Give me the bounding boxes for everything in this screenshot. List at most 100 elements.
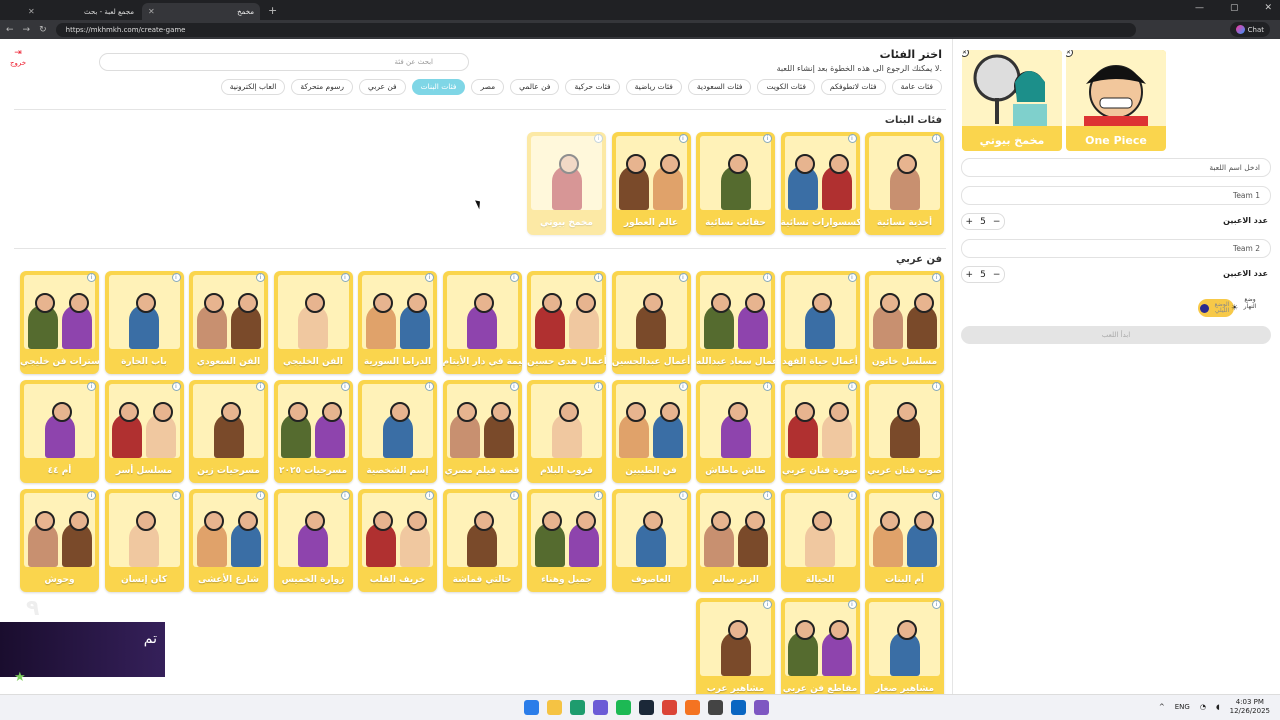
info-icon[interactable]: i — [171, 491, 181, 500]
info-icon[interactable]: i — [509, 491, 519, 500]
info-icon[interactable]: i — [509, 382, 519, 391]
category-card[interactable]: صوت فنان عربي i — [865, 380, 944, 483]
info-icon[interactable]: i — [847, 491, 857, 500]
plus-icon[interactable]: + — [966, 270, 974, 280]
category-card[interactable]: أعمال هدى حسين i — [527, 271, 606, 374]
category-card[interactable]: جميل وهناء i — [527, 489, 606, 592]
category-chip[interactable]: فئات حركية — [565, 79, 620, 95]
category-card[interactable]: فن الطيبين i — [611, 380, 691, 483]
category-card[interactable]: أم البنات i — [865, 489, 944, 592]
category-card[interactable]: أعمال سعاد عبدالله i — [696, 271, 775, 374]
category-card[interactable]: زوارة الخميس i — [273, 489, 353, 592]
browser-tab-search[interactable]: ✕ مجمع لعبة - بحث — [22, 3, 140, 20]
team1-players-stepper[interactable]: + 5 − — [961, 213, 1005, 230]
category-card[interactable]: الدراما السورية i — [358, 271, 437, 374]
info-icon[interactable]: i — [425, 491, 434, 500]
category-card[interactable]: مشاهير عرب i — [696, 598, 775, 694]
category-card[interactable]: طاش ماطاش i — [696, 380, 775, 483]
info-icon[interactable]: i — [594, 134, 603, 143]
info-icon[interactable]: i — [340, 273, 350, 282]
url-field[interactable]: https://mkhmkh.com/create-game — [55, 22, 1136, 37]
tab-close-icon[interactable]: ✕ — [148, 7, 155, 16]
minus-icon[interactable]: − — [993, 217, 1001, 227]
category-card[interactable]: مسلسل خاتون i — [865, 271, 944, 374]
spotify-icon[interactable] — [616, 700, 631, 715]
category-card[interactable]: بوسترات فن خليجي i — [20, 271, 99, 374]
category-card[interactable]: الحيالة i — [780, 489, 860, 592]
info-icon[interactable]: i — [678, 273, 688, 282]
info-icon[interactable]: i — [763, 600, 772, 609]
tab-close-icon[interactable]: ✕ — [28, 7, 35, 16]
maximize-icon[interactable]: ▢ — [1230, 3, 1239, 13]
team2-name-input[interactable]: Team 2 — [961, 239, 1271, 258]
back-icon[interactable]: ← — [6, 25, 14, 35]
new-tab-icon[interactable]: + — [268, 4, 277, 17]
info-icon[interactable]: i — [87, 491, 96, 500]
volume-icon[interactable]: ◖ — [1216, 703, 1220, 711]
category-chip[interactable]: فئات رياضية — [625, 79, 682, 95]
reload-icon[interactable]: ↻ — [39, 25, 47, 35]
info-icon[interactable]: i — [847, 600, 857, 609]
file-explorer-icon[interactable] — [547, 700, 562, 715]
info-icon[interactable]: i — [763, 134, 772, 143]
category-card[interactable]: الفن السعودي i — [189, 271, 268, 374]
category-chip[interactable]: العاب إلكترونية — [220, 79, 286, 95]
category-search-input[interactable]: ابحث عن فئة — [99, 53, 469, 71]
language-indicator[interactable]: ENG — [1175, 703, 1190, 711]
info-icon[interactable]: i — [932, 491, 941, 500]
info-icon[interactable]: i — [763, 491, 772, 500]
info-icon[interactable]: i — [256, 273, 265, 282]
category-card[interactable]: أم ٤٤ i — [20, 380, 99, 483]
browser-tab-mkhmkh[interactable]: ✕ مخمخ — [142, 3, 260, 20]
info-icon[interactable]: i — [847, 382, 857, 391]
info-icon[interactable]: i — [594, 273, 603, 282]
category-card[interactable]: مسرحيات ٢٠٢٥ i — [273, 380, 353, 483]
info-icon[interactable]: i — [678, 134, 688, 143]
info-icon[interactable]: i — [932, 134, 941, 143]
category-chip[interactable]: فئات السعودية — [687, 79, 752, 95]
category-chip[interactable]: فن عربي — [358, 79, 406, 95]
info-icon[interactable]: i — [594, 382, 603, 391]
selected-card-beauty[interactable]: مخمخ بيوتي ✕ — [962, 50, 1062, 151]
info-icon[interactable]: i — [87, 273, 96, 282]
forward-icon[interactable]: → — [23, 25, 31, 35]
category-card[interactable]: مخمخ بيوتي i — [527, 132, 606, 235]
category-chip[interactable]: فن عالمي — [510, 79, 560, 95]
start-game-button[interactable]: ابدأ اللعب — [961, 326, 1271, 344]
app-icon[interactable] — [754, 700, 769, 715]
night-mode-toggle[interactable]: الوضع الليلي — [1198, 299, 1234, 317]
info-icon[interactable]: i — [678, 491, 688, 500]
team2-players-stepper[interactable]: + 5 − — [961, 266, 1005, 283]
category-card[interactable]: كان إنسان i — [104, 489, 184, 592]
team1-name-input[interactable]: Team 1 — [961, 186, 1271, 205]
category-card[interactable]: باب الحارة i — [104, 271, 184, 374]
category-card[interactable]: وحوش i — [20, 489, 99, 592]
calculator-icon[interactable] — [708, 700, 723, 715]
category-chip[interactable]: فئات الكويت — [757, 79, 815, 95]
category-card[interactable]: شارع الأعشى i — [189, 489, 268, 592]
steam-icon[interactable] — [639, 700, 654, 715]
game-name-input[interactable]: ادخل اسم اللعبة — [961, 158, 1271, 177]
chevron-up-icon[interactable]: ^ — [1159, 703, 1165, 711]
category-chip[interactable]: مصر — [471, 79, 505, 95]
category-card[interactable]: الفن الخليجي i — [273, 271, 353, 374]
info-icon[interactable]: i — [256, 491, 265, 500]
category-card[interactable]: مشاهير صغار i — [865, 598, 944, 694]
chrome-icon[interactable] — [662, 700, 677, 715]
app-icon[interactable] — [685, 700, 700, 715]
info-icon[interactable]: i — [340, 491, 350, 500]
close-window-icon[interactable]: ✕ — [1264, 3, 1272, 13]
category-chip[interactable]: فئات عامة — [891, 79, 942, 95]
minimize-icon[interactable]: — — [1195, 3, 1204, 13]
selected-card-one-piece[interactable]: One Piece ✕ — [1066, 50, 1166, 151]
app-icon[interactable] — [731, 700, 746, 715]
info-icon[interactable]: i — [763, 273, 772, 282]
category-card[interactable]: أعمال حياة الفهد i — [780, 271, 860, 374]
info-icon[interactable]: i — [678, 382, 688, 391]
category-card[interactable]: مسرحيات زين i — [189, 380, 268, 483]
category-chip[interactable]: فئات لاتطوفكم — [820, 79, 886, 95]
wifi-icon[interactable]: ◔ — [1200, 703, 1206, 711]
info-icon[interactable]: i — [932, 382, 941, 391]
category-card[interactable]: مقاطع فن عربي i — [780, 598, 860, 694]
info-icon[interactable]: i — [340, 382, 350, 391]
